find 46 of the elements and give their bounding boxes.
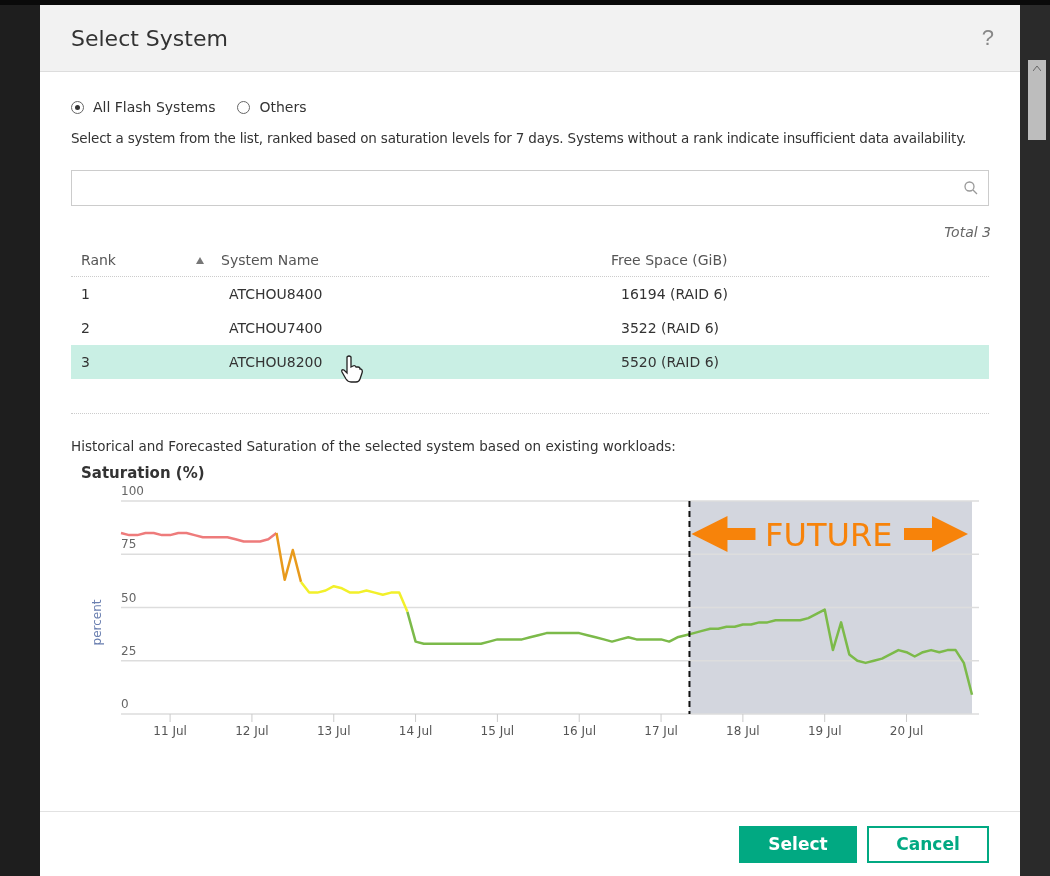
system-row[interactable]: 2 ATCHOU7400 3522 (RAID 6) — [71, 311, 989, 345]
table-cell: 3522 (RAID 6) — [621, 320, 719, 336]
x-tick-label: 15 Jul — [480, 724, 515, 738]
dialog-title: Select System — [71, 25, 228, 51]
right-arrow-icon — [904, 516, 968, 552]
future-label: FUTURE — [765, 516, 893, 554]
chart-title: Saturation (%) — [81, 464, 206, 482]
x-tick-label: 16 Jul — [562, 724, 596, 738]
left-arrow-icon — [691, 516, 756, 552]
system-row[interactable]: 1 ATCHOU8400 16194 (RAID 6) — [71, 277, 989, 311]
x-tick-label: 11 Jul — [153, 724, 187, 738]
y-tick-label: 0 — [121, 697, 129, 711]
column-header[interactable]: System Name — [221, 252, 611, 268]
table-cell: 3 — [81, 354, 90, 370]
table-cell: 1 — [81, 286, 90, 302]
x-tick-label: 14 Jul — [398, 724, 433, 738]
x-tick-label: 18 Jul — [726, 724, 760, 738]
column-header[interactable]: Free Space (GiB) — [611, 252, 989, 268]
table-cell: 16194 (RAID 6) — [621, 286, 728, 302]
y-tick-label: 50 — [121, 590, 137, 605]
table-cell: 2 — [81, 320, 90, 336]
total-count: Total 3 — [944, 224, 991, 240]
x-tick-label: 17 Jul — [644, 724, 678, 738]
chart-caption: Historical and Forecasted Saturation of the selected system based on existing workloads: — [71, 438, 677, 454]
search-field[interactable] — [71, 170, 989, 206]
x-tick-label: 12 Jul — [235, 724, 269, 738]
hand-cursor-icon — [341, 355, 363, 383]
table-cell: ATCHOU8200 — [229, 354, 323, 370]
y-tick-label: 100 — [121, 486, 144, 498]
scrollbar[interactable] — [1028, 60, 1046, 140]
table-cell: ATCHOU7400 — [229, 320, 323, 336]
description-text: Select a system from the list, ranked based on saturation levels for 7 days. Systems without a rank indicate insufficient data availability. — [71, 130, 968, 146]
column-header[interactable]: Rank — [81, 252, 196, 268]
x-tick-label: 19 Jul — [807, 724, 842, 738]
table-cell: ATCHOU8400 — [229, 286, 323, 302]
y-axis-label: percent — [90, 599, 104, 646]
system-row[interactable]: 3 ATCHOU8200 5520 (RAID 6) — [71, 345, 989, 379]
scroll-up-icon[interactable] — [1033, 66, 1041, 71]
table-cell: 5520 (RAID 6) — [621, 354, 719, 370]
search-icon — [964, 181, 978, 195]
x-tick-label: 13 Jul — [316, 724, 351, 738]
system-type-radio[interactable]: All Flash Systems — [71, 99, 216, 115]
y-tick-label: 75 — [121, 537, 137, 552]
system-type-radio[interactable]: Others — [237, 99, 307, 115]
y-tick-label: 25 — [121, 643, 137, 658]
x-tick-label: 20 Jul — [889, 724, 924, 738]
